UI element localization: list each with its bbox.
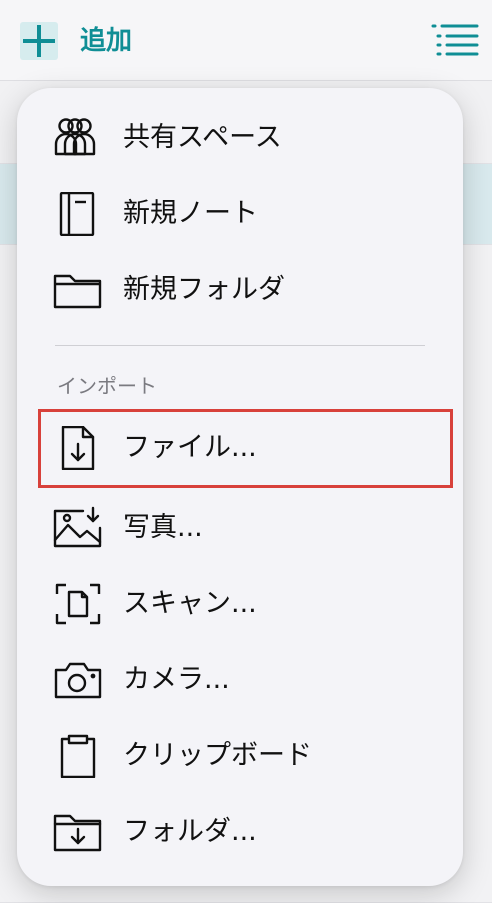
- import-section-title: インポート: [57, 374, 157, 398]
- menu-item-label: 新規フォルダ: [123, 274, 285, 305]
- menu-item-label: フォルダ...: [123, 816, 257, 847]
- menu-item-camera[interactable]: カメラ...: [17, 650, 463, 710]
- camera-icon: [53, 658, 103, 702]
- add-plus-icon[interactable]: [20, 22, 58, 60]
- folder-import-icon: [53, 810, 103, 854]
- folder-icon: [53, 268, 103, 312]
- photo-import-icon: [53, 506, 103, 550]
- menu-divider: [55, 345, 425, 346]
- menu-item-label: 写真...: [123, 512, 203, 543]
- highlight-box: [38, 409, 453, 488]
- menu-item-new-note[interactable]: 新規ノート: [17, 184, 463, 244]
- menu-item-label: スキャン...: [123, 588, 257, 619]
- list-menu-icon[interactable]: [430, 22, 480, 58]
- menu-item-label: 共有スペース: [123, 122, 282, 153]
- menu-item-shared-space[interactable]: 共有スペース: [17, 108, 463, 168]
- menu-item-scan[interactable]: スキャン...: [17, 574, 463, 634]
- notebook-icon: [53, 192, 103, 236]
- menu-item-label: カメラ...: [123, 664, 230, 695]
- scan-document-icon: [53, 582, 103, 626]
- people-group-icon: [53, 116, 103, 160]
- top-bar: 追加: [0, 0, 492, 81]
- menu-item-label: 新規ノート: [123, 198, 258, 229]
- add-button-label[interactable]: 追加: [80, 24, 132, 58]
- menu-item-clipboard[interactable]: クリップボード: [17, 726, 463, 786]
- add-menu-popup: 共有スペース 新規ノート 新規フォルダ インポート ファイル... 写真... …: [17, 88, 463, 886]
- menu-item-new-folder[interactable]: 新規フォルダ: [17, 260, 463, 320]
- clipboard-icon: [53, 734, 103, 778]
- menu-item-import-folder[interactable]: フォルダ...: [17, 802, 463, 862]
- menu-item-label: クリップボード: [123, 740, 312, 771]
- menu-item-import-photo[interactable]: 写真...: [17, 498, 463, 558]
